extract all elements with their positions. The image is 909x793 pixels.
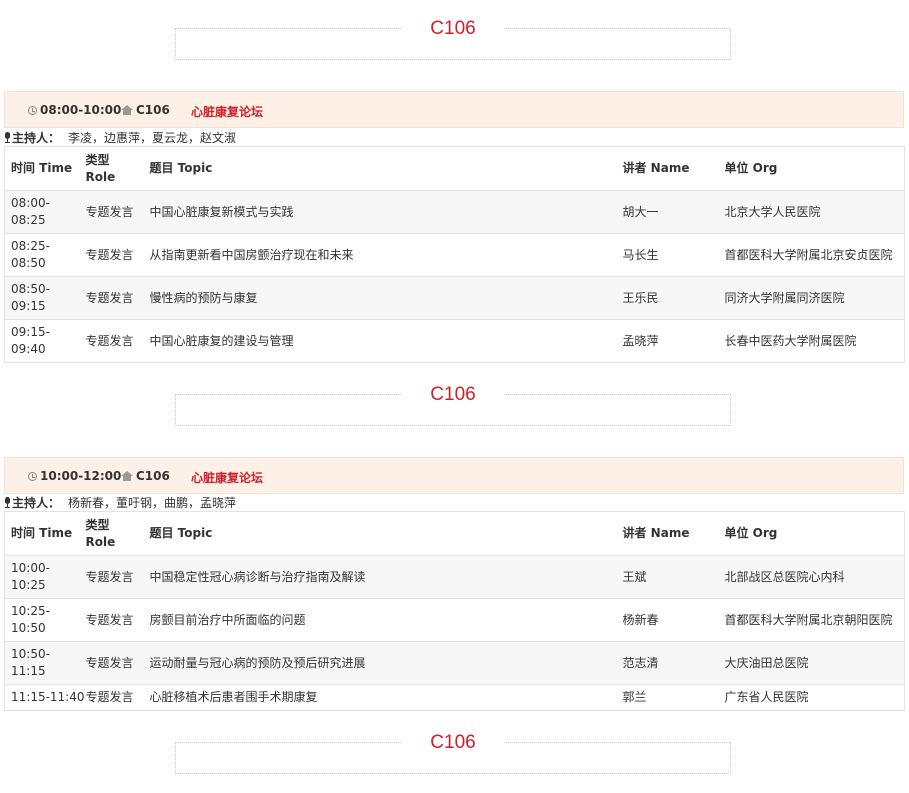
table-row: 08:25-08:50 专题发言 从指南更新看中国房颤治疗现在和未来 马长生 首… bbox=[4, 233, 905, 277]
cell-role: 专题发言 bbox=[79, 319, 144, 363]
clock-icon bbox=[28, 105, 37, 115]
cell-topic: 从指南更新看中国房颤治疗现在和未来 bbox=[143, 233, 617, 277]
cell-org: 北京大学人民医院 bbox=[718, 190, 905, 234]
moderator-names: 李凌，边惠萍，夏云龙，赵文淑 bbox=[68, 131, 237, 145]
cell-role: 专题发言 bbox=[79, 276, 144, 320]
cell-role: 专题发言 bbox=[79, 555, 144, 599]
cell-time: 08:25-08:50 bbox=[4, 233, 80, 277]
microphone-icon bbox=[4, 497, 11, 508]
cell-time: 09:15-09:40 bbox=[4, 319, 80, 363]
cell-speaker: 胡大一 bbox=[616, 190, 719, 234]
cell-topic: 中国心脏康复新模式与实践 bbox=[143, 190, 617, 234]
cell-role: 专题发言 bbox=[79, 684, 144, 711]
room-heading-label: C106 bbox=[402, 730, 504, 756]
home-icon bbox=[121, 471, 133, 481]
room-heading-label: C106 bbox=[402, 16, 504, 42]
cell-speaker: 王乐民 bbox=[616, 276, 719, 320]
session-room: C106 bbox=[121, 469, 170, 483]
column-header-org: 单位 Org bbox=[718, 146, 905, 191]
cell-speaker: 马长生 bbox=[616, 233, 719, 277]
table-row: 08:50-09:15 专题发言 慢性病的预防与康复 王乐民 同济大学附属同济医… bbox=[4, 276, 905, 320]
column-header-topic: 题目 Topic bbox=[143, 146, 617, 191]
cell-role: 专题发言 bbox=[79, 190, 144, 234]
cell-topic: 运动耐量与冠心病的预防及预后研究进展 bbox=[143, 641, 617, 685]
moderator-label: 主持人： bbox=[12, 131, 61, 145]
table-header-row: 时间 Time 类型 Role 题目 Topic 讲者 Name 单位 Org bbox=[4, 146, 905, 191]
cell-time: 08:00-08:25 bbox=[4, 190, 80, 234]
table-row: 09:15-09:40 专题发言 中国心脏康复的建设与管理 孟晓萍 长春中医药大… bbox=[4, 319, 905, 363]
column-header-speaker: 讲者 Name bbox=[616, 146, 719, 191]
table-row: 10:25-10:50 专题发言 房颤目前治疗中所面临的问题 杨新春 首都医科大… bbox=[4, 598, 905, 642]
cell-time: 10:50-11:15 bbox=[4, 641, 80, 685]
cell-role: 专题发言 bbox=[79, 598, 144, 642]
session-title: 心脏康复论坛 bbox=[191, 105, 264, 119]
microphone-icon bbox=[4, 132, 11, 143]
cell-org: 首都医科大学附属北京朝阳医院 bbox=[718, 598, 905, 642]
cell-org: 同济大学附属同济医院 bbox=[718, 276, 905, 320]
cell-speaker: 孟晓萍 bbox=[616, 319, 719, 363]
session-header: 10:00-12:00 C106 心脏康复论坛 bbox=[4, 457, 904, 494]
cell-org: 大庆油田总医院 bbox=[718, 641, 905, 685]
moderator-line: 主持人： 李凌，边惠萍，夏云龙，赵文淑 bbox=[4, 129, 236, 146]
table-row: 10:00-10:25 专题发言 中国稳定性冠心病诊断与治疗指南及解读 王斌 北… bbox=[4, 555, 905, 599]
column-header-org: 单位 Org bbox=[718, 511, 905, 556]
cell-role: 专题发言 bbox=[79, 233, 144, 277]
table-row: 11:15-11:40 专题发言 心脏移植术后患者围手术期康复 郭兰 广东省人民… bbox=[4, 684, 905, 711]
schedule-table: 时间 Time 类型 Role 题目 Topic 讲者 Name 单位 Org … bbox=[4, 511, 905, 711]
cell-topic: 房颤目前治疗中所面临的问题 bbox=[143, 598, 617, 642]
cell-speaker: 杨新春 bbox=[616, 598, 719, 642]
column-header-topic: 题目 Topic bbox=[143, 511, 617, 556]
table-header-row: 时间 Time 类型 Role 题目 Topic 讲者 Name 单位 Org bbox=[4, 511, 905, 556]
column-header-time: 时间 Time bbox=[4, 146, 80, 191]
cell-time: 10:25-10:50 bbox=[4, 598, 80, 642]
cell-org: 广东省人民医院 bbox=[718, 684, 905, 711]
table-row: 10:50-11:15 专题发言 运动耐量与冠心病的预防及预后研究进展 范志清 … bbox=[4, 641, 905, 685]
cell-speaker: 郭兰 bbox=[616, 684, 719, 711]
moderator-names: 杨新春，董吁钢，曲鹏，孟晓萍 bbox=[68, 496, 237, 510]
cell-speaker: 范志清 bbox=[616, 641, 719, 685]
schedule-table: 时间 Time 类型 Role 题目 Topic 讲者 Name 单位 Org … bbox=[4, 146, 905, 363]
cell-time: 10:00-10:25 bbox=[4, 555, 80, 599]
cell-topic: 中国稳定性冠心病诊断与治疗指南及解读 bbox=[143, 555, 617, 599]
moderator-line: 主持人： 杨新春，董吁钢，曲鹏，孟晓萍 bbox=[4, 494, 236, 511]
moderator-label: 主持人： bbox=[12, 496, 61, 510]
session-title: 心脏康复论坛 bbox=[191, 471, 264, 485]
cell-time: 08:50-09:15 bbox=[4, 276, 80, 320]
session-time: 08:00-10:00 bbox=[28, 103, 121, 117]
column-header-time: 时间 Time bbox=[4, 511, 80, 556]
cell-topic: 中国心脏康复的建设与管理 bbox=[143, 319, 617, 363]
session-header: 08:00-10:00 C106 心脏康复论坛 bbox=[4, 91, 904, 128]
table-row: 08:00-08:25 专题发言 中国心脏康复新模式与实践 胡大一 北京大学人民… bbox=[4, 190, 905, 234]
cell-org: 首都医科大学附属北京安贞医院 bbox=[718, 233, 905, 277]
cell-topic: 慢性病的预防与康复 bbox=[143, 276, 617, 320]
column-header-role: 类型 Role bbox=[79, 146, 144, 191]
room-heading: C106 bbox=[175, 730, 731, 774]
cell-topic: 心脏移植术后患者围手术期康复 bbox=[143, 684, 617, 711]
cell-org: 长春中医药大学附属医院 bbox=[718, 319, 905, 363]
column-header-speaker: 讲者 Name bbox=[616, 511, 719, 556]
column-header-role: 类型 Role bbox=[79, 511, 144, 556]
room-heading-label: C106 bbox=[402, 382, 504, 408]
clock-icon bbox=[28, 471, 37, 481]
home-icon bbox=[121, 105, 133, 115]
cell-time: 11:15-11:40 bbox=[4, 684, 85, 711]
room-heading: C106 bbox=[175, 16, 731, 60]
cell-org: 北部战区总医院心内科 bbox=[718, 555, 905, 599]
session-time: 10:00-12:00 bbox=[28, 469, 121, 483]
cell-speaker: 王斌 bbox=[616, 555, 719, 599]
cell-role: 专题发言 bbox=[79, 641, 144, 685]
session-room: C106 bbox=[121, 103, 170, 117]
room-heading: C106 bbox=[175, 382, 731, 426]
